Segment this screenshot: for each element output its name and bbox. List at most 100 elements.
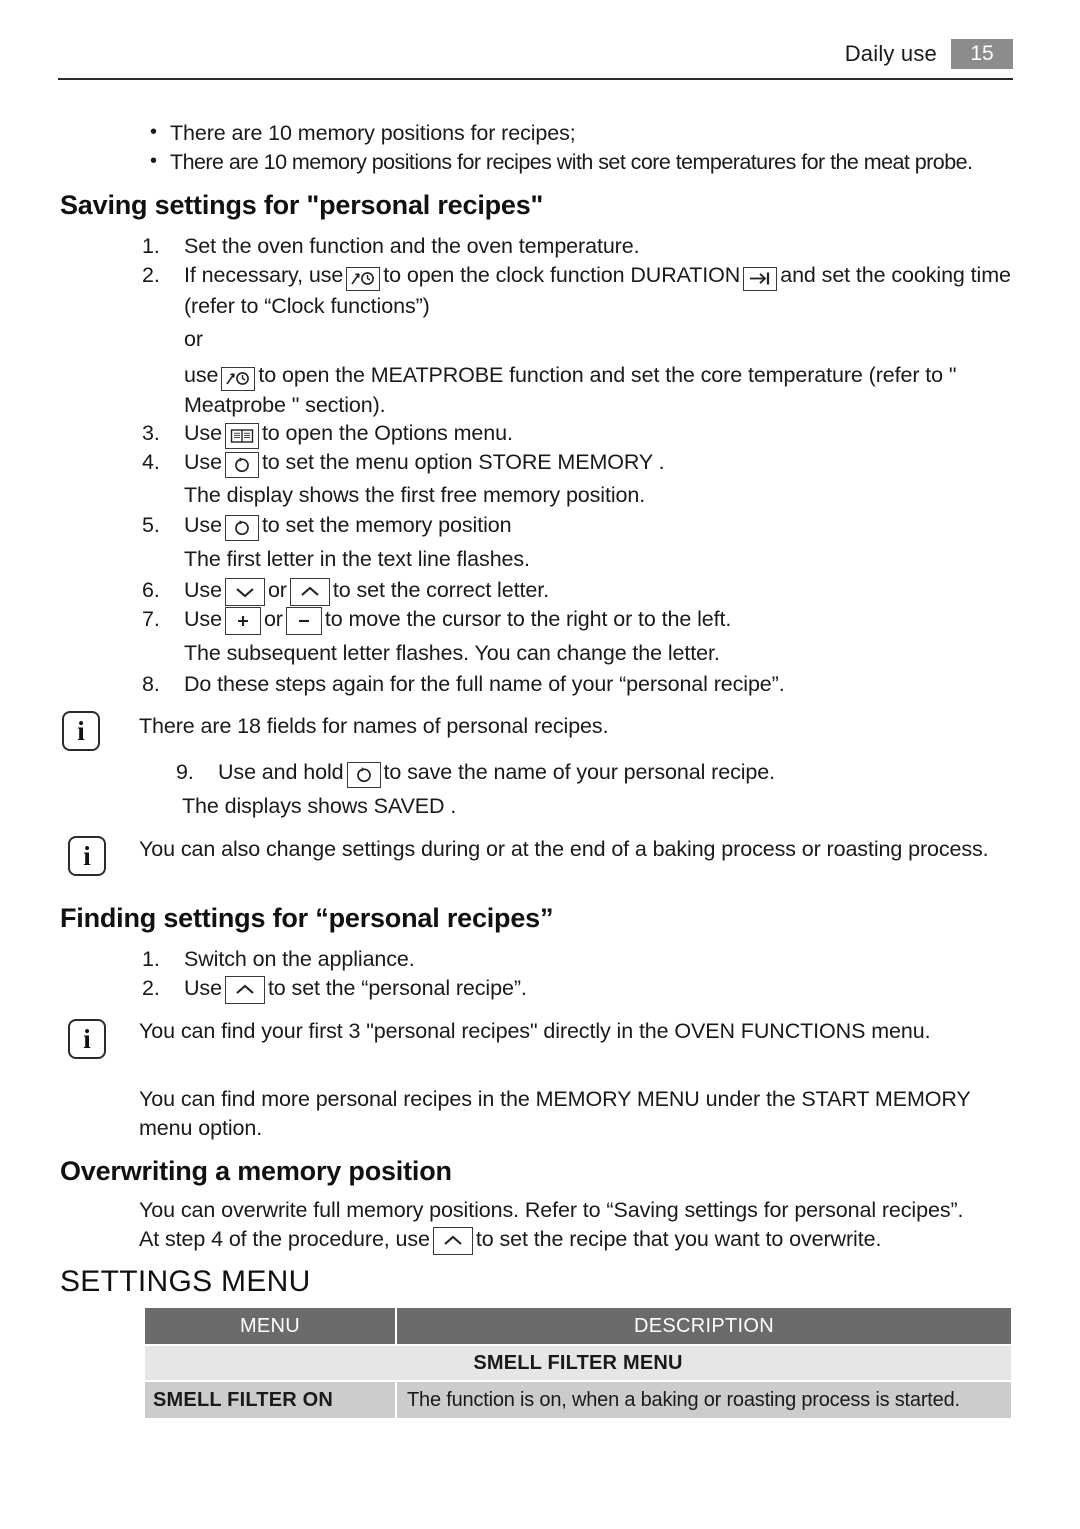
heading-finding-settings: Finding settings for “personal recipes”	[60, 903, 554, 933]
step-text: Use and hold to save the name of your per…	[218, 757, 1022, 788]
step-text-part: to set the menu option STORE MEMORY .	[261, 450, 665, 474]
step-9: 9. Use and hold to save the name of your …	[176, 757, 1022, 788]
meatprobe-paragraph: use to open the MEATPROBE function and se…	[184, 361, 1022, 420]
chevron-down-icon[interactable]	[224, 578, 265, 606]
info-icon: i	[68, 1019, 106, 1059]
step-7: 7. Use or to move the cursor to the right …	[142, 604, 1022, 635]
column-header-menu: MENU	[145, 1308, 395, 1344]
step-text: Do these steps again for the full name o…	[184, 672, 785, 696]
finding-step-2: 2. Use to set the “personal recipe”.	[142, 973, 1022, 1004]
step-2: 2. If necessary, use to open the clock fu…	[142, 260, 1022, 321]
step-6: 6. Use or to set the correct letter.	[142, 575, 1022, 606]
step-text: Use or to set the correct letter.	[184, 575, 1022, 606]
step-text-part: Use	[184, 976, 222, 1000]
chevron-up-icon[interactable]	[432, 1227, 473, 1255]
step-number: 6.	[142, 578, 160, 602]
select-ok-icon[interactable]	[224, 452, 259, 478]
header-divider	[58, 78, 1013, 80]
options-book-icon[interactable]	[224, 423, 259, 449]
heading-settings-menu: SETTINGS MENU	[60, 1265, 311, 1298]
step-text: Use to set the “personal recipe”.	[184, 973, 1022, 1004]
step-3: 3. Use to open the Options menu.	[142, 418, 1022, 449]
step-text-part: to open the clock function DURATION	[383, 263, 741, 287]
step-number: 1.	[142, 947, 160, 971]
chevron-up-icon[interactable]	[289, 578, 330, 606]
step-text-part: to save the name of your personal recipe…	[383, 760, 776, 784]
step-text-part: to open the Options menu.	[261, 421, 513, 445]
finding-step-1: 1. Switch on the appliance.	[142, 944, 1022, 974]
step-text-part: Use	[184, 421, 222, 445]
step-number: 8.	[142, 672, 160, 696]
note-after-step-9: The displays shows SAVED .	[182, 794, 457, 818]
step-number: 9.	[176, 760, 194, 784]
step-text-part: to move the cursor to the right or to th…	[324, 607, 732, 631]
step-text-part: to set the memory position	[261, 513, 512, 537]
clock-arrow-icon[interactable]	[221, 366, 256, 391]
settings-menu-table: MENU DESCRIPTION SMELL FILTER MENU SMELL…	[143, 1306, 1013, 1420]
step-text-part: Use	[184, 450, 222, 474]
step-text: Use to set the memory position	[184, 510, 1022, 541]
heading-overwriting: Overwriting a memory position	[60, 1156, 452, 1186]
clock-arrow-icon[interactable]	[346, 266, 381, 291]
step-text: Use to open the Options menu.	[184, 418, 1022, 449]
step-4: 4. Use to set the menu option STORE MEMOR…	[142, 447, 1022, 478]
table-section-row: SMELL FILTER MENU	[145, 1346, 1011, 1380]
step-text: Use or to move the cursor to the right or …	[184, 604, 1022, 635]
paragraph-part: to set the recipe that you want to overw…	[475, 1227, 882, 1251]
step-text-part: to set the correct letter.	[332, 578, 549, 602]
step-text: Set the oven function and the oven tempe…	[184, 234, 640, 258]
minus-icon[interactable]	[285, 607, 322, 635]
overwriting-line-2: At step 4 of the procedure, use to set th…	[139, 1225, 1029, 1255]
step-number: 1.	[142, 234, 160, 258]
info-icon: i	[68, 836, 106, 876]
step-number: 4.	[142, 450, 160, 474]
page-header: Daily use 15	[58, 36, 1013, 76]
list-item: There are 10 memory positions for recipe…	[142, 147, 1022, 177]
note-after-step-4: The display shows the first free memory …	[184, 483, 646, 507]
overwriting-line-1: You can overwrite full memory positions.…	[139, 1198, 964, 1222]
step-text-part: or	[267, 578, 287, 602]
bullet-list: There are 10 memory positions for recipe…	[142, 118, 1022, 177]
plus-icon[interactable]	[224, 607, 261, 635]
step-number: 2.	[142, 976, 160, 1000]
step-5: 5. Use to set the memory position	[142, 510, 1022, 541]
duration-arrow-icon[interactable]	[743, 266, 778, 291]
paragraph-part: At step 4 of the procedure, use	[139, 1227, 430, 1251]
section-title-smell-filter-menu: SMELL FILTER MENU	[145, 1346, 1011, 1380]
step-text-part: to set the “personal recipe”.	[267, 976, 527, 1000]
info-note-3: You can find your first 3 "personal reci…	[139, 1019, 931, 1043]
bullet-text: There are 10 memory positions for recipe…	[170, 150, 973, 174]
step-number: 7.	[142, 607, 160, 631]
memory-menu-paragraph: You can find more personal recipes in th…	[139, 1087, 971, 1140]
table-header-row: MENU DESCRIPTION	[145, 1308, 1011, 1344]
paragraph-part: to open the MEATPROBE function and set t…	[184, 363, 957, 417]
bullet-text: There are 10 memory positions for recipe…	[170, 121, 576, 145]
step-8: 8. Do these steps again for the full nam…	[142, 669, 1022, 699]
step-text-part: Use	[184, 578, 222, 602]
note-after-step-5: The first letter in the text line flashe…	[184, 547, 530, 571]
step-1: 1. Set the oven function and the oven te…	[142, 231, 1022, 261]
step-number: 3.	[142, 421, 160, 445]
step-text: Use to set the menu option STORE MEMORY .	[184, 447, 1022, 478]
step-number: 5.	[142, 513, 160, 537]
row-description-value: The function is on, when a baking or roa…	[397, 1382, 1011, 1418]
step-text-part: or	[263, 607, 283, 631]
row-menu-value: SMELL FILTER ON	[145, 1382, 395, 1418]
or-separator: or	[184, 327, 203, 351]
info-icon: i	[62, 711, 100, 751]
step-text-part: Use and hold	[218, 760, 344, 784]
heading-saving-settings: Saving settings for "personal recipes"	[60, 190, 544, 220]
note-after-step-7: The subsequent letter flashes. You can c…	[184, 641, 720, 665]
step-text-part: Use	[184, 607, 222, 631]
info-note-1: There are 18 fields for names of persona…	[139, 714, 609, 738]
step-text: Switch on the appliance.	[184, 947, 415, 971]
page-title: Daily use	[844, 41, 937, 66]
select-ok-icon[interactable]	[346, 762, 381, 788]
step-text-part: If necessary, use	[184, 263, 344, 287]
select-ok-icon[interactable]	[224, 515, 259, 541]
chevron-up-icon[interactable]	[224, 976, 265, 1004]
step-number: 2.	[142, 263, 160, 287]
document-page: Daily use 15 There are 10 memory positio…	[0, 0, 1080, 1529]
step-text: If necessary, use to open the clock funct…	[184, 260, 1022, 321]
table-row: SMELL FILTER ON The function is on, when…	[145, 1382, 1011, 1418]
